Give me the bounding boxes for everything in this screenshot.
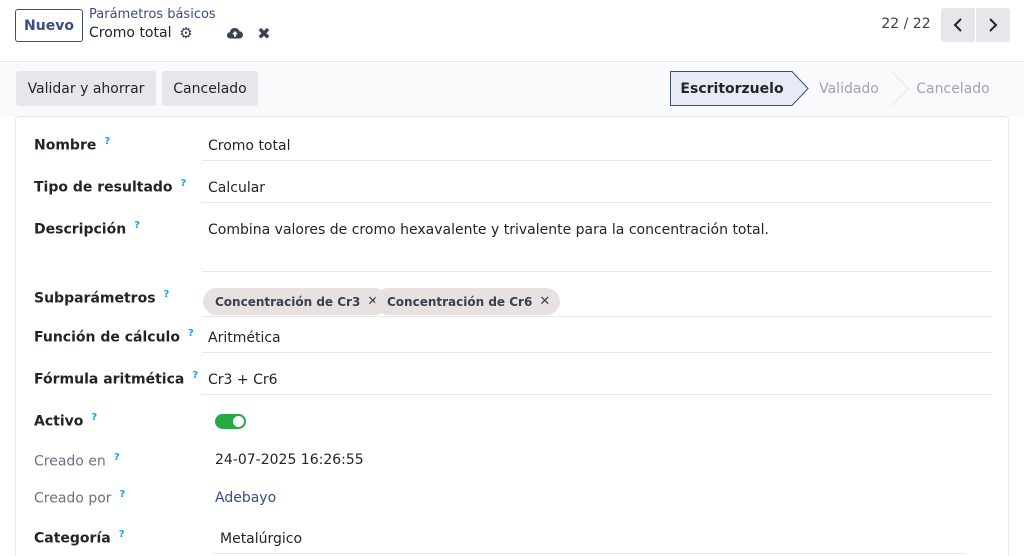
breadcrumb-current: Cromo total [89, 25, 172, 41]
categoria-underline [214, 553, 966, 554]
help-icon[interactable]: ? [192, 370, 198, 381]
formula-aritmetica-underline [202, 394, 991, 395]
stage-escritorzuelo[interactable]: Escritorzuelo [670, 71, 794, 106]
categoria-select[interactable]: Metalúrgico [220, 531, 302, 547]
toggle-knob [233, 416, 244, 427]
formula-aritmetica-label: Fórmula aritmética? [34, 370, 199, 388]
subparameter-tag[interactable]: Concentración de Cr6 ✕ [375, 288, 561, 315]
subparametros-label: Subparámetros? [34, 289, 170, 307]
activo-toggle[interactable] [215, 414, 246, 429]
creado-en-value: 24-07-2025 16:26:55 [215, 452, 364, 468]
help-icon[interactable]: ? [181, 178, 187, 189]
close-icon[interactable]: ✕ [539, 294, 550, 309]
descripcion-underline [202, 271, 991, 272]
creado-por-link[interactable]: Adebayo [215, 490, 276, 506]
validate-and-save-button[interactable]: Validar y ahorrar [16, 71, 156, 106]
chevron-right-icon [989, 18, 998, 32]
help-icon[interactable]: ? [134, 220, 140, 231]
descripcion-label: Descripción? [34, 220, 140, 238]
formula-aritmetica-field[interactable]: Cr3 + Cr6 [208, 372, 278, 388]
nombre-field[interactable]: Cromo total [208, 138, 290, 154]
help-icon[interactable]: ? [188, 328, 194, 339]
new-button[interactable]: Nuevo [15, 9, 83, 42]
subparameter-tag[interactable]: Concentración de Cr3 ✕ [203, 288, 389, 315]
breadcrumb-parent-link[interactable]: Parámetros básicos [89, 7, 216, 22]
pager-next-button[interactable] [976, 8, 1010, 42]
stage-validado[interactable]: Validado [810, 71, 888, 106]
creado-en-label: Creado en? [34, 452, 120, 470]
chevron-left-icon [953, 18, 962, 32]
control-panel: Nuevo Parámetros básicos Cromo total ⚙ ✖… [0, 0, 1024, 62]
activo-label: Activo? [34, 412, 98, 430]
help-icon[interactable]: ? [164, 289, 170, 300]
creado-por-label: Creado por? [34, 489, 126, 507]
discard-icon[interactable]: ✖ [256, 24, 272, 43]
help-icon[interactable]: ? [104, 136, 110, 147]
descripcion-textarea[interactable]: Combina valores de cromo hexavalente y t… [208, 222, 769, 238]
tipo-resultado-select[interactable]: Calcular [208, 180, 265, 196]
tipo-resultado-label: Tipo de resultado? [34, 178, 187, 196]
statusbar: Validar y ahorrar Cancelado Escritorzuel… [0, 62, 1024, 116]
help-icon[interactable]: ? [120, 489, 126, 500]
categoria-label: Categoría? [34, 529, 125, 547]
nombre-underline [202, 160, 991, 161]
nombre-label: Nombre? [34, 136, 111, 154]
pager-previous-button[interactable] [941, 8, 975, 42]
stage-cancelado[interactable]: Cancelado [910, 71, 996, 106]
funcion-calculo-select[interactable]: Aritmética [208, 330, 281, 346]
cloud-upload-icon[interactable] [226, 25, 244, 41]
subparametros-underline [202, 316, 991, 317]
funcion-calculo-label: Función de cálculo? [34, 328, 194, 346]
help-icon[interactable]: ? [114, 452, 120, 463]
help-icon[interactable]: ? [119, 529, 125, 540]
cancel-button[interactable]: Cancelado [162, 71, 258, 106]
funcion-calculo-underline [202, 352, 991, 353]
gear-icon[interactable]: ⚙ [178, 24, 194, 42]
help-icon[interactable]: ? [91, 412, 97, 423]
pager-value[interactable]: 22 / 22 [876, 16, 936, 32]
tipo-resultado-underline [202, 202, 991, 203]
